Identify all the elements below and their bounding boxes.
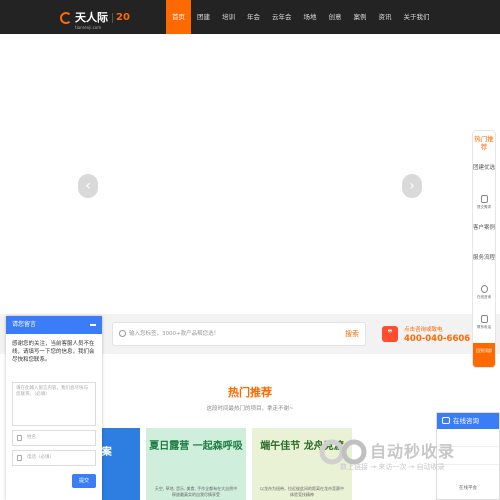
sidebar-item-selection[interactable]: 团建优选 [473, 165, 495, 172]
phone-field[interactable]: 电话（必填） [12, 450, 96, 466]
nav-item-teambuilding[interactable]: 团建 [191, 0, 216, 34]
card-desc: 天空, 草地, 音乐, 美食, 手作全都有在大自然中释放最真实的自我尽情享受 [154, 486, 238, 497]
hero-banner [0, 34, 500, 324]
nav-item-training[interactable]: 培训 [216, 0, 241, 34]
nav-item-cases[interactable]: 案例 [348, 0, 373, 34]
sidebar-item-submit[interactable]: 提交需求 [473, 195, 495, 211]
online-consult-title: 在线咨询 [453, 417, 479, 425]
nav-item-annual-meeting[interactable]: 年会 [241, 0, 266, 34]
sidebar-item-consult[interactable]: 在线咨询 [473, 285, 495, 301]
logo-domain: tianrenji.com [75, 25, 102, 30]
sidebar-item-label: 联系电话 [477, 325, 491, 329]
logo-text: 天人际 [75, 11, 108, 24]
right-sidebar: 热门推荐 团建优选 提交需求 客户案例 服务流程 在线咨询 联系电话 回到顶部 [472, 130, 496, 368]
search-box: 搜索 [112, 322, 366, 346]
anniversary-number: 20 [116, 12, 130, 23]
watermark-title: 自动秒收录 [370, 442, 456, 461]
phone-placeholder: 电话（必填） [27, 455, 54, 460]
chat-icon [480, 285, 488, 293]
document-icon [480, 195, 488, 203]
nav-item-cloud-annual[interactable]: 云年会 [266, 0, 298, 34]
banner-next-arrow-icon[interactable]: › [402, 174, 422, 198]
card-desc: 以龙舟为纽带，拉近彼此间的距离在龙舟竞赛中体验竞技精神 [260, 486, 344, 497]
hotline-number: 400-040-6606 [404, 334, 471, 344]
search-input[interactable] [129, 323, 339, 345]
minimize-icon[interactable] [90, 324, 96, 326]
online-consult-footer: 在线平会 [459, 486, 477, 491]
card-title: 夏日露营 一起森呼吸 [149, 441, 243, 452]
user-icon [17, 435, 22, 441]
top-header: 天人际 tianrenji.com 20 首页 团建 培训 年会 云年会 场地 … [0, 0, 500, 34]
search-icon [119, 330, 126, 337]
sidebar-item-cases[interactable]: 客户案例 [473, 225, 495, 232]
back-to-top-button[interactable]: 回到顶部 [473, 343, 495, 367]
message-textarea[interactable]: 请在此输入留言内容，我们会尽快与您联系。（必填） [12, 382, 96, 426]
watermark-subtitle: 数上链接 → 来访一次 → 自动收录 [340, 463, 445, 471]
chat-title: 请您留言 [12, 321, 37, 328]
watermark: 自动秒收录 数上链接 → 来访一次 → 自动收录 [318, 438, 484, 478]
chat-header: 请您留言 [6, 316, 102, 334]
phone-icon [17, 455, 22, 461]
nav-item-venues[interactable]: 场地 [298, 0, 323, 34]
anniversary-badge: 20 [112, 13, 130, 23]
submit-button[interactable]: 提交 [72, 474, 96, 488]
main-nav: 首页 团建 培训 年会 云年会 场地 创意 案例 资讯 关于我们 [166, 0, 436, 34]
nav-item-news[interactable]: 资讯 [373, 0, 398, 34]
sidebar-item-process[interactable]: 服务流程 [473, 255, 495, 262]
hotline-label: 点击咨询或致电 [404, 327, 443, 333]
logo-mark-icon [60, 12, 72, 24]
chat-greeting: 感谢您的关注，当前客服人员不在线，请填写一下您的信息，我们会尽快和您联系。 [12, 341, 95, 363]
online-consult-header[interactable]: 在线咨询 [437, 413, 499, 429]
chat-bubble-icon: ❞ [382, 326, 398, 342]
nav-item-home[interactable]: 首页 [166, 0, 191, 34]
chat-icon [442, 417, 450, 424]
sidebar-item-label: 在线咨询 [477, 295, 491, 299]
logo-text-wrap: 天人际 tianrenji.com [75, 6, 108, 30]
nav-item-creative[interactable]: 创意 [323, 0, 348, 34]
nav-item-about[interactable]: 关于我们 [398, 0, 436, 34]
name-placeholder: 姓名 [27, 435, 36, 440]
search-button[interactable]: 搜索 [345, 323, 359, 345]
hotline-box[interactable]: ❞ 点击咨询或致电 400-040-6606 [378, 322, 470, 348]
sidebar-item-hot[interactable]: 热门推荐 [473, 135, 495, 151]
chat-widget: 请您留言 感谢您的关注，当前客服人员不在线，请填写一下您的信息，我们会尽快和您联… [6, 316, 102, 500]
site-logo[interactable]: 天人际 tianrenji.com 20 [60, 6, 130, 30]
product-card[interactable]: 夏日露营 一起森呼吸 天空, 草地, 音乐, 美食, 手作全都有在大自然中释放最… [146, 428, 246, 500]
banner-prev-arrow-icon[interactable]: ‹ [78, 174, 98, 198]
phone-icon [480, 315, 488, 323]
sidebar-item-label: 提交需求 [477, 205, 491, 209]
name-field[interactable]: 姓名 [12, 430, 96, 446]
sidebar-item-phone[interactable]: 联系电话 [473, 315, 495, 331]
